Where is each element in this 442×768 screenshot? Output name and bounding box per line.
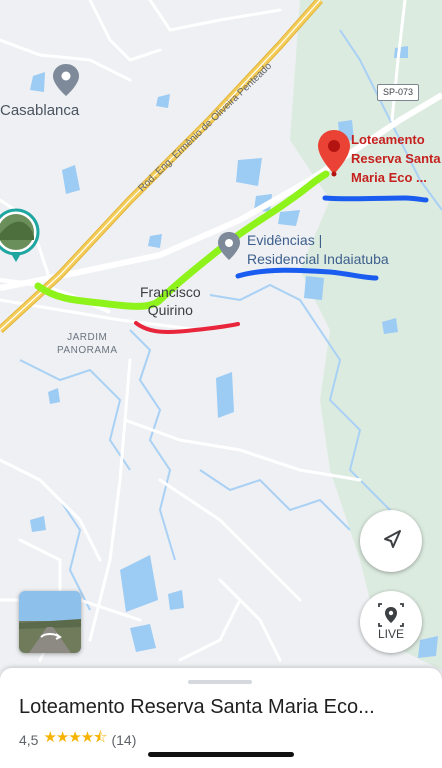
place-label-jardim-panorama: JARDIM PANORAMA <box>57 332 118 356</box>
route-shield: SP-073 <box>377 84 419 101</box>
sheet-drag-handle[interactable] <box>188 680 252 684</box>
street-view-photo-pin-icon <box>0 208 40 262</box>
my-location-button[interactable] <box>360 510 422 572</box>
place-rating-row: 4,5 ★★★★⯪ (14) <box>19 727 136 752</box>
evidencias-pin-icon <box>218 232 240 260</box>
live-view-pin-icon <box>378 603 404 627</box>
place-title: Loteamento Reserva Santa Maria Eco... <box>19 696 375 718</box>
place-label-casablanca: Casablanca <box>0 102 80 119</box>
street-view-photo <box>19 591 81 653</box>
blue-underline-annotation-2 <box>322 195 429 203</box>
selected-place-label[interactable]: Loteamento Reserva Santa Maria Eco ... <box>351 130 441 187</box>
street-view-thumbnail[interactable] <box>19 591 81 653</box>
poi-label-evidencias[interactable]: Evidências | Residencial Indaiatuba <box>247 231 389 269</box>
casablanca-pin-icon <box>53 64 79 96</box>
rating-stars-icon: ★★★★⯪ <box>43 729 107 746</box>
live-view-button[interactable]: LIVE <box>360 591 422 653</box>
home-indicator <box>148 752 294 757</box>
rating-value: 4,5 <box>19 731 39 748</box>
review-count[interactable]: (14) <box>111 732 136 748</box>
live-label: LIVE <box>377 627 404 641</box>
place-label-francisco-quirino: Francisco Quirino <box>140 284 201 318</box>
navigation-arrow-icon <box>384 530 401 548</box>
